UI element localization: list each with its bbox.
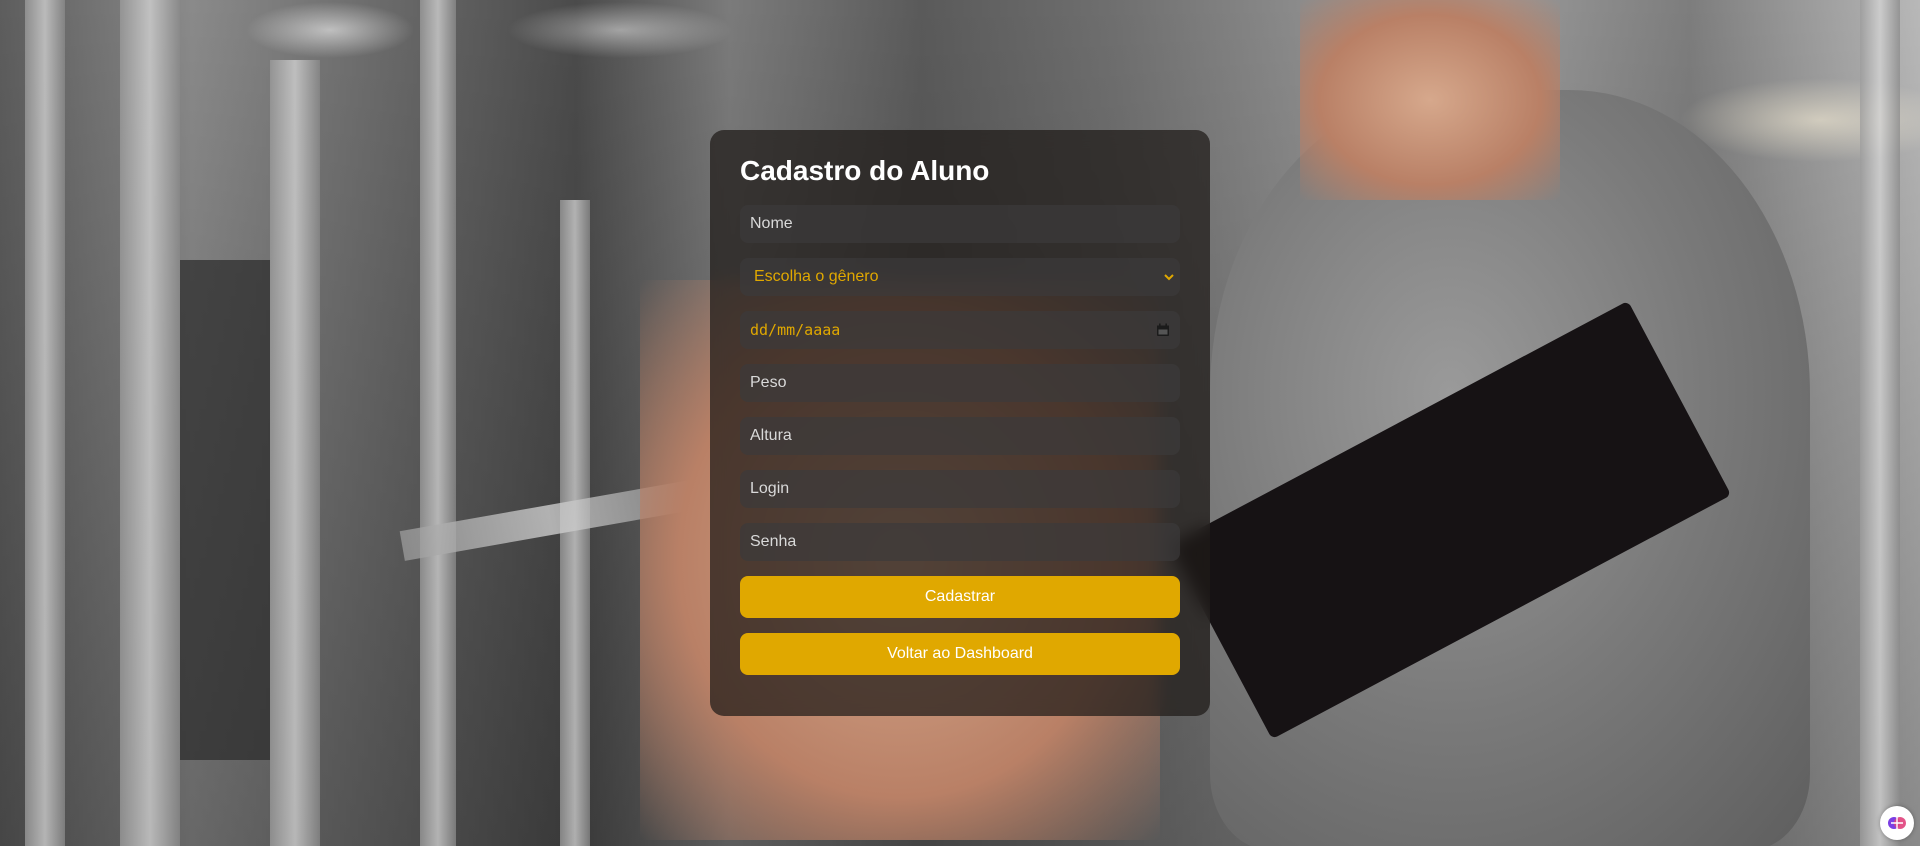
registration-card: Cadastro do Aluno Nome Escolha o gênero …: [710, 130, 1210, 716]
login-input-placeholder: Login: [750, 479, 790, 497]
background-equipment: [270, 60, 320, 846]
background-equipment: [25, 0, 65, 846]
background-equipment: [180, 260, 270, 760]
weight-input-placeholder: Peso: [750, 373, 787, 391]
weight-input[interactable]: Peso: [740, 363, 1180, 402]
background-equipment: [1860, 0, 1900, 846]
height-input[interactable]: Altura: [740, 416, 1180, 455]
extension-icon[interactable]: [1880, 806, 1914, 840]
name-input-placeholder: Nome: [750, 214, 793, 232]
register-button[interactable]: Cadastrar: [740, 575, 1180, 618]
back-to-dashboard-button[interactable]: Voltar ao Dashboard: [740, 632, 1180, 675]
password-input[interactable]: Senha: [740, 522, 1180, 561]
birthdate-input-placeholder: dd/mm/aaaa: [750, 320, 841, 339]
gender-select-value: Escolha o gênero: [754, 267, 879, 285]
background-person: [1300, 0, 1560, 200]
calendar-icon[interactable]: [1156, 323, 1170, 337]
page: Cadastro do Aluno Nome Escolha o gênero …: [0, 0, 1920, 846]
name-input[interactable]: Nome: [740, 204, 1180, 243]
password-input-placeholder: Senha: [750, 532, 797, 550]
chevron-down-icon: [1162, 270, 1176, 284]
background-equipment: [120, 0, 180, 846]
login-input[interactable]: Login: [740, 469, 1180, 508]
background-equipment: [420, 0, 456, 846]
page-title: Cadastro do Aluno: [740, 155, 990, 186]
height-input-placeholder: Altura: [750, 426, 792, 444]
gender-select[interactable]: Escolha o gênero: [740, 257, 1180, 296]
birthdate-input[interactable]: dd/mm/aaaa: [740, 310, 1180, 349]
